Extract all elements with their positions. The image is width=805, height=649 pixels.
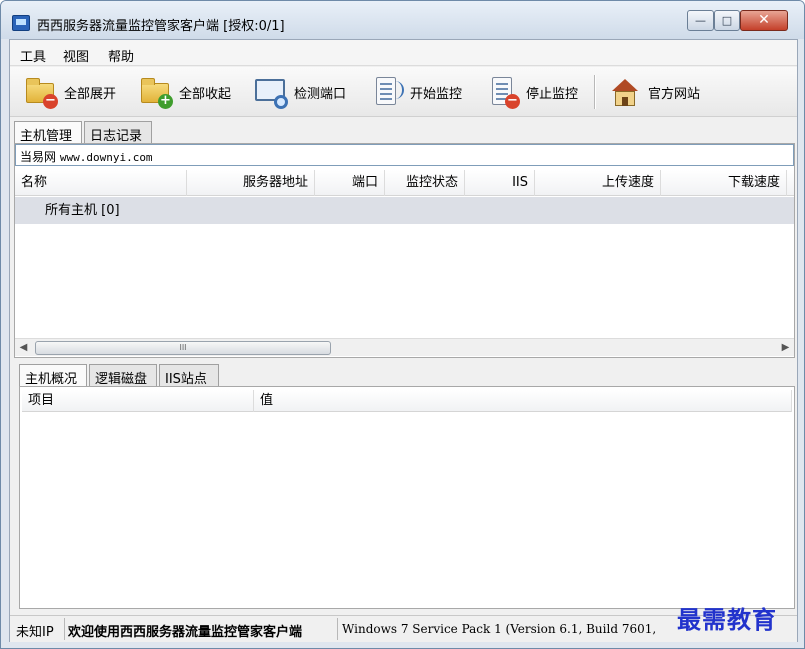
tab-iis-sites[interactable]: IIS站点 bbox=[159, 364, 219, 387]
tab-log[interactable]: 日志记录 bbox=[84, 121, 152, 144]
collapse-all-label: 全部收起 bbox=[179, 86, 232, 102]
col-value[interactable]: 值 bbox=[254, 390, 792, 412]
scroll-thumb[interactable]: III bbox=[35, 341, 331, 355]
status-divider bbox=[64, 618, 65, 640]
status-os-version: Windows 7 Service Pack 1 (Version 6.1, B… bbox=[342, 622, 657, 636]
col-name[interactable]: 名称 bbox=[15, 170, 187, 196]
table-row[interactable]: 所有主机 [0] bbox=[15, 197, 794, 224]
col-iis[interactable]: IIS bbox=[465, 170, 535, 196]
app-icon bbox=[12, 15, 30, 31]
check-port-label: 检测端口 bbox=[294, 86, 347, 102]
official-site-button[interactable]: 官方网站 bbox=[608, 72, 700, 112]
toolbar: − 全部展开 + 全部收起 检测端口 开始监控 − 停止监控 官方网站 bbox=[10, 67, 797, 117]
host-grid-header: 名称 服务器地址 端口 监控状态 IIS 上传速度 下载速度 bbox=[15, 170, 794, 196]
address-url: www.downyi.com bbox=[59, 151, 153, 164]
tab-host-overview[interactable]: 主机概况 bbox=[19, 364, 87, 387]
title-bar: 西西服务器流量监控管家客户端 [授权:0/1] — □ ✕ bbox=[1, 1, 804, 39]
stop-monitor-button[interactable]: − 停止监控 bbox=[486, 72, 578, 112]
start-monitor-button[interactable]: 开始监控 bbox=[370, 72, 462, 112]
tab-host-management[interactable]: 主机管理 bbox=[14, 121, 82, 144]
detail-grid-header: 项目 值 bbox=[22, 390, 792, 412]
maximize-button[interactable]: □ bbox=[714, 10, 740, 31]
check-port-button[interactable]: 检测端口 bbox=[254, 72, 346, 112]
menu-tools[interactable]: 工具 bbox=[20, 46, 46, 65]
menu-bar: 工具 视图 帮助 bbox=[10, 40, 797, 66]
official-site-label: 官方网站 bbox=[648, 86, 701, 102]
close-button[interactable]: ✕ bbox=[740, 10, 788, 31]
client-area: 工具 视图 帮助 − 全部展开 + 全部收起 检测端口 开始监控 − 停止监控 … bbox=[9, 39, 798, 642]
scroll-left-icon[interactable]: ◀ bbox=[15, 339, 32, 356]
watermark: 最需教育 bbox=[677, 605, 777, 634]
col-monitor-status[interactable]: 监控状态 bbox=[385, 170, 465, 196]
folder-remove-icon: − bbox=[24, 75, 58, 109]
status-ip: 未知IP bbox=[16, 625, 54, 640]
col-server-address[interactable]: 服务器地址 bbox=[187, 170, 315, 196]
host-panel: 当易网 www.downyi.com 名称 服务器地址 端口 监控状态 IIS … bbox=[14, 143, 795, 358]
monitor-search-icon bbox=[254, 75, 288, 109]
stop-monitor-label: 停止监控 bbox=[526, 86, 579, 102]
col-port[interactable]: 端口 bbox=[315, 170, 385, 196]
minimize-button[interactable]: — bbox=[687, 10, 714, 31]
start-monitor-label: 开始监控 bbox=[410, 86, 463, 102]
detail-panel: 项目 值 bbox=[19, 386, 795, 609]
window-title: 西西服务器流量监控管家客户端 [授权:0/1] bbox=[37, 19, 285, 34]
top-tab-strip: 主机管理 日志记录 bbox=[14, 121, 314, 144]
expand-all-label: 全部展开 bbox=[64, 86, 117, 102]
col-download-speed[interactable]: 下载速度 bbox=[661, 170, 787, 196]
folder-add-icon: + bbox=[139, 75, 173, 109]
server-stop-icon: − bbox=[486, 75, 520, 109]
col-upload-speed[interactable]: 上传速度 bbox=[535, 170, 661, 196]
menu-view[interactable]: 视图 bbox=[63, 46, 89, 65]
collapse-all-button[interactable]: + 全部收起 bbox=[139, 72, 231, 112]
scroll-right-icon[interactable]: ▶ bbox=[777, 339, 794, 356]
tab-logical-disk[interactable]: 逻辑磁盘 bbox=[89, 364, 157, 387]
server-signal-icon bbox=[370, 75, 404, 109]
bottom-tab-strip: 主机概况 逻辑磁盘 IIS站点 bbox=[19, 364, 319, 387]
horizontal-scrollbar[interactable]: ◀ III ▶ bbox=[15, 338, 794, 356]
menu-help[interactable]: 帮助 bbox=[108, 46, 134, 65]
col-item[interactable]: 项目 bbox=[22, 390, 254, 412]
toolbar-separator bbox=[594, 75, 596, 109]
home-icon bbox=[608, 75, 642, 109]
host-group-name: 所有主机 [0] bbox=[45, 203, 120, 218]
status-welcome: 欢迎使用西西服务器流量监控管家客户端 bbox=[68, 625, 303, 640]
address-bar[interactable]: 当易网 www.downyi.com bbox=[15, 144, 794, 166]
address-label: 当易网 bbox=[20, 150, 57, 164]
app-window: 西西服务器流量监控管家客户端 [授权:0/1] — □ ✕ 工具 视图 帮助 −… bbox=[0, 0, 805, 649]
status-divider bbox=[337, 618, 338, 640]
expand-all-button[interactable]: − 全部展开 bbox=[24, 72, 116, 112]
